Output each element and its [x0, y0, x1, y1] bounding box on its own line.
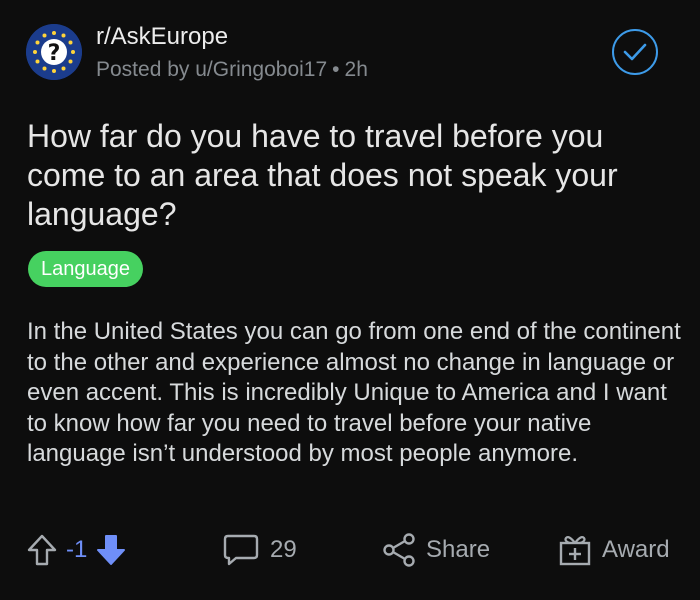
vote-group: -1 [26, 525, 127, 575]
subreddit-avatar[interactable]: ? [26, 24, 82, 80]
post-actions-bar: -1 29 Share Award [0, 525, 700, 575]
post-header: ? r/AskEurope Posted by u/Gringoboi17 • 2h [26, 22, 676, 86]
svg-text:?: ? [48, 41, 61, 66]
speech-bubble-icon [223, 534, 259, 566]
post-flair[interactable]: Language [28, 251, 143, 287]
comments-count: 29 [270, 536, 297, 563]
downvote-icon[interactable] [95, 533, 127, 567]
vote-count: -1 [66, 536, 88, 563]
posted-by[interactable]: Posted by u/Gringoboi17 [96, 58, 327, 81]
joined-button[interactable] [612, 29, 658, 75]
share-label: Share [426, 536, 491, 563]
meta-separator: • [332, 58, 340, 81]
award-label: Award [602, 536, 670, 563]
subreddit-name[interactable]: r/AskEurope [96, 23, 228, 51]
checkmark-icon [623, 43, 647, 61]
post-title[interactable]: How far do you have to travel before you… [27, 117, 677, 234]
post-age: 2h [344, 58, 368, 81]
share-button[interactable]: Share [382, 525, 490, 575]
share-icon [383, 533, 415, 567]
gift-icon [559, 536, 591, 566]
award-button[interactable]: Award [558, 525, 670, 575]
post-body: In the United States you can go from one… [27, 318, 681, 467]
upvote-icon[interactable] [26, 533, 58, 567]
comments-button[interactable]: 29 [222, 525, 297, 575]
eu-flag-question-icon: ? [26, 24, 82, 80]
post-meta: Posted by u/Gringoboi17 • 2h [96, 58, 368, 82]
